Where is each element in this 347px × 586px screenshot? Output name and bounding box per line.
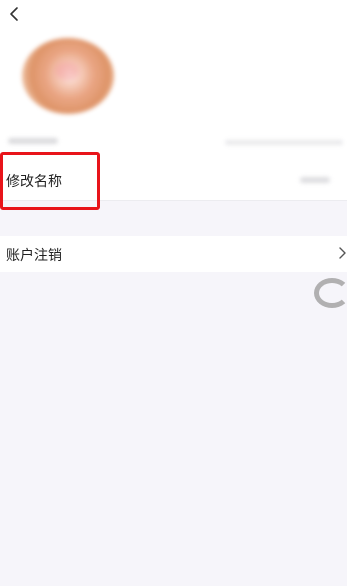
chevron-right-icon (337, 245, 347, 261)
chevron-left-icon (10, 7, 18, 21)
highlight-box (0, 152, 100, 210)
user-id-blurred (225, 140, 343, 145)
username-blurred (8, 138, 58, 144)
account-cancel-row[interactable]: 账户注销 (0, 236, 347, 272)
rename-value-blurred (300, 177, 330, 183)
back-button[interactable] (4, 4, 24, 24)
avatar[interactable] (22, 38, 114, 114)
loading-spinner-icon (314, 278, 347, 308)
profile-header (0, 0, 347, 160)
account-cancel-label: 账户注销 (6, 248, 62, 264)
